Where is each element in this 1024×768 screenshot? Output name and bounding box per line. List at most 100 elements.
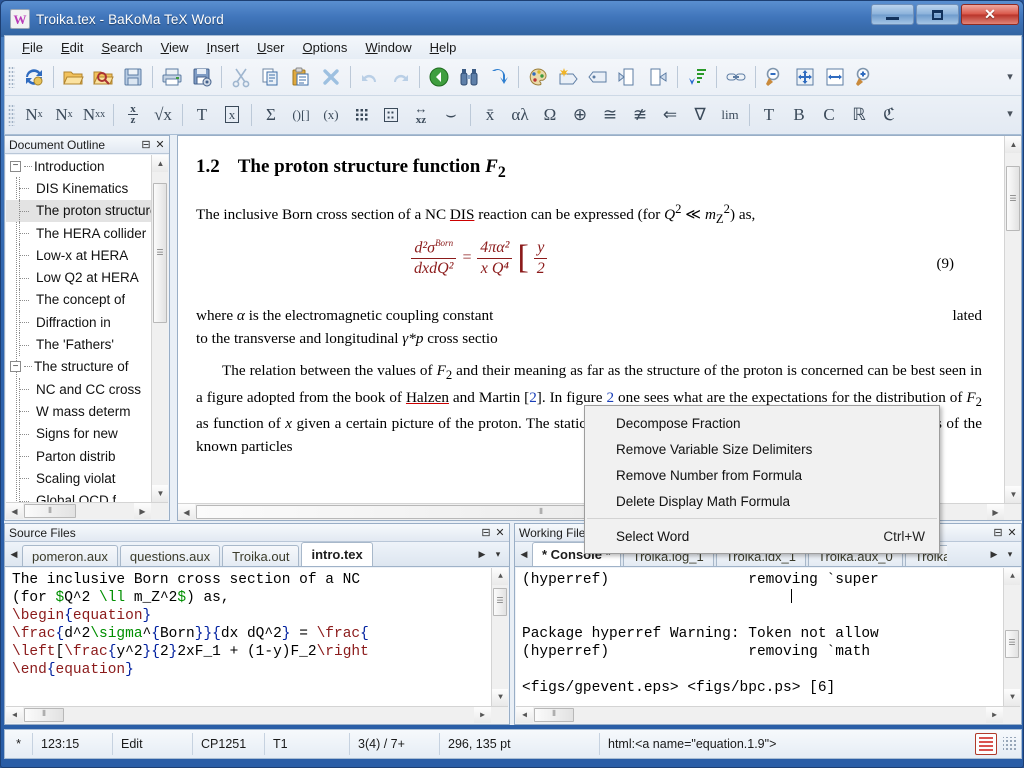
halzen-link[interactable]: Halzen — [406, 389, 449, 406]
arrows-symbol-icon[interactable]: ⇐ — [655, 100, 685, 130]
new-tag-icon[interactable] — [553, 62, 583, 92]
math-toolbar-overflow-button[interactable]: ▾ — [1003, 107, 1017, 120]
console-vertical-scrollbar[interactable]: ▲ ☰ ▼ — [1003, 568, 1020, 723]
source-scroll-left-button[interactable]: ◀ — [6, 707, 23, 723]
minimize-button[interactable] — [871, 4, 914, 25]
citation-ref-2[interactable]: 2 — [529, 389, 537, 406]
outline-item[interactable]: The proton structure function — [6, 199, 168, 223]
outline-close-icon[interactable]: ✕ — [153, 138, 167, 151]
boxed-formula-icon[interactable]: x — [217, 100, 247, 130]
console-hscroll-thumb[interactable]: ⦀ — [534, 708, 574, 722]
find-binoculars-icon[interactable] — [454, 62, 484, 92]
zoom-out-icon[interactable] — [760, 62, 790, 92]
fraction-icon[interactable]: xz — [118, 100, 148, 130]
source-tab-troikaout[interactable]: Troika.out — [222, 545, 300, 566]
blackboard-font-icon[interactable]: ℝ — [844, 100, 874, 130]
close-button[interactable]: ✕ — [961, 4, 1019, 25]
source-tab-introtex[interactable]: intro.tex — [301, 542, 373, 566]
source-horizontal-scrollbar[interactable]: ◀ ⦀ ▶ — [6, 706, 508, 723]
context-menu-item-decompose-fraction[interactable]: Decompose Fraction — [585, 410, 939, 436]
outline-item[interactable]: NC and CC cross — [6, 377, 168, 401]
undo-icon[interactable] — [355, 62, 385, 92]
logic-symbol-icon[interactable]: ∇ — [685, 100, 715, 130]
outline-minimize-icon[interactable]: ⊟ — [139, 138, 153, 151]
link-icon[interactable] — [721, 62, 751, 92]
outline-scroll-right-button[interactable]: ▶ — [134, 503, 151, 519]
menu-item-search[interactable]: Search — [92, 37, 151, 58]
maximize-button[interactable] — [916, 4, 959, 25]
menu-item-edit[interactable]: Edit — [52, 37, 92, 58]
outline-scroll-left-button[interactable]: ◀ — [6, 503, 23, 519]
menu-item-help[interactable]: Help — [421, 37, 466, 58]
radical-icon[interactable]: √x — [148, 100, 178, 130]
outline-item[interactable]: Parton distrib — [6, 444, 168, 468]
outline-item[interactable]: Low-x at HERA — [6, 244, 168, 267]
outline-scroll-down-button[interactable]: ▼ — [152, 485, 168, 502]
save-icon[interactable] — [118, 62, 148, 92]
matrix-icon[interactable] — [346, 100, 376, 130]
array-icon[interactable]: ▪▪ ▪▪ — [376, 100, 406, 130]
delimiters-icon[interactable]: ()[] — [286, 100, 316, 130]
sort-descending-icon[interactable] — [682, 62, 712, 92]
outline-item[interactable]: The 'Fathers' — [6, 333, 168, 356]
outline-item[interactable]: The HERA collider — [6, 221, 168, 245]
align-xz-icon[interactable]: ↔ xz — [406, 100, 436, 130]
source-code-editor[interactable]: The inclusive Born cross section of a NC… — [6, 568, 508, 723]
fraktur-font-icon[interactable]: ℭ — [874, 100, 904, 130]
document-scroll-down-button[interactable]: ▼ — [1005, 486, 1021, 503]
console-output-view[interactable]: (hyperref) removing `super Package hyper… — [516, 568, 1020, 723]
calligraphic-font-icon[interactable]: C — [814, 100, 844, 130]
source-close-icon[interactable]: ✕ — [493, 526, 507, 539]
context-menu-item-remove-variable-size-delimiters[interactable]: Remove Variable Size Delimiters — [585, 436, 939, 462]
bold-font-icon[interactable]: B — [784, 100, 814, 130]
menu-item-window[interactable]: Window — [356, 37, 420, 58]
source-minimize-icon[interactable]: ⊟ — [479, 526, 493, 539]
paste-icon[interactable] — [286, 62, 316, 92]
context-menu-item-select-word[interactable]: Select Word Ctrl+W — [585, 523, 939, 549]
outline-expander-icon[interactable]: − — [10, 160, 21, 172]
outline-item[interactable]: The concept of — [6, 288, 168, 312]
display-equation[interactable]: d²σBorn dxdQ² = 4πα² x Q⁴ [ y 2 — [411, 238, 548, 278]
goto-icon[interactable] — [484, 62, 514, 92]
toolbar-grip[interactable] — [8, 103, 15, 126]
outline-item[interactable]: W mass determ — [6, 400, 168, 423]
source-scroll-down-button[interactable]: ▼ — [492, 689, 508, 706]
menu-item-view[interactable]: View — [152, 37, 198, 58]
outline-item[interactable]: Diffraction in — [6, 311, 168, 334]
source-hscroll-thumb[interactable]: ⦀ — [24, 708, 64, 722]
open-folder-icon[interactable] — [58, 62, 88, 92]
subscript-icon[interactable]: Nx — [49, 100, 79, 130]
outline-item[interactable]: Low Q2 at HERA — [6, 266, 168, 290]
source-scroll-right-button[interactable]: ▶ — [474, 707, 491, 723]
menu-item-insert[interactable]: Insert — [198, 37, 249, 58]
working-minimize-icon[interactable]: ⊟ — [991, 526, 1005, 539]
figure-ref-2[interactable]: 2 — [606, 389, 614, 406]
outline-expander-icon[interactable]: − — [10, 361, 21, 373]
sum-operator-icon[interactable]: Σ — [256, 100, 286, 130]
working-tabs-prev-button[interactable]: ◀ — [516, 543, 532, 566]
source-tabs-prev-button[interactable]: ◀ — [6, 543, 22, 566]
palette-icon[interactable] — [523, 62, 553, 92]
outline-item[interactable]: − The structure of — [6, 356, 168, 378]
print-setup-icon[interactable] — [187, 62, 217, 92]
document-vertical-scrollbar[interactable]: ▲ ☰ ▼ — [1004, 136, 1021, 520]
menu-item-user[interactable]: User — [248, 37, 293, 58]
back-icon[interactable] — [424, 62, 454, 92]
open-search-folder-icon[interactable] — [88, 62, 118, 92]
console-scroll-up-button[interactable]: ▲ — [1004, 568, 1020, 585]
tag-icon[interactable] — [583, 62, 613, 92]
source-tabs-next-button[interactable]: ▶ — [474, 543, 490, 566]
outline-item[interactable]: Scaling violat — [6, 467, 168, 490]
console-scroll-right-button[interactable]: ▶ — [986, 707, 1003, 723]
formula-context-menu[interactable]: Decompose Fraction Remove Variable Size D… — [584, 405, 940, 554]
document-scroll-right-button[interactable]: ▶ — [987, 504, 1004, 520]
document-structure-icon[interactable] — [975, 733, 997, 755]
outline-item[interactable]: DIS Kinematics — [6, 177, 168, 200]
working-tabs-next-button[interactable]: ▶ — [986, 543, 1002, 566]
sub-superscript-icon[interactable]: Nxx — [79, 100, 109, 130]
congruent-symbol-icon[interactable]: ≅ — [595, 100, 625, 130]
not-congruent-symbol-icon[interactable]: ≇ — [625, 100, 655, 130]
context-menu-item-delete-display-math-formula[interactable]: Delete Display Math Formula — [585, 488, 939, 514]
page-right-icon[interactable] — [643, 62, 673, 92]
cut-icon[interactable] — [226, 62, 256, 92]
